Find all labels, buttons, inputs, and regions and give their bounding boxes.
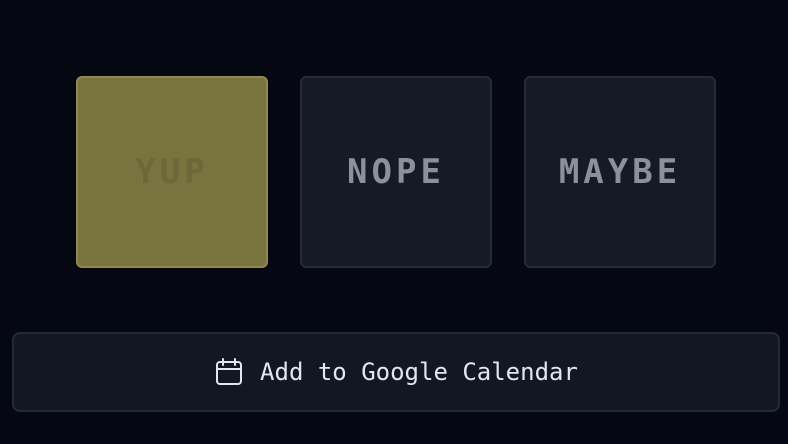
calendar-button-label: Add to Google Calendar — [260, 358, 578, 386]
calendar-icon — [214, 357, 244, 387]
add-to-google-calendar-button[interactable]: Add to Google Calendar — [12, 332, 780, 412]
rsvp-maybe-button[interactable]: MAYBE — [524, 76, 716, 268]
rsvp-panel: YUP NOPE MAYBE Add to Google Calendar — [0, 0, 788, 444]
rsvp-options: YUP NOPE MAYBE — [76, 76, 716, 268]
rsvp-nope-button[interactable]: NOPE — [300, 76, 492, 268]
rsvp-yup-button[interactable]: YUP — [76, 76, 268, 268]
